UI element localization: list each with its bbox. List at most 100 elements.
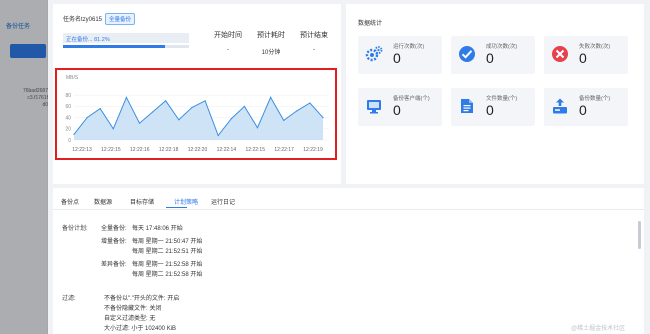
backup-plan-label: 备份计划:: [62, 226, 88, 232]
y-axis-unit: MB/S: [66, 75, 79, 81]
full-backup-value: 每天 17:48:06 开始: [132, 226, 183, 232]
x-tick-label: 12:22:14: [217, 147, 237, 153]
data-point: [152, 111, 154, 113]
data-point: [73, 133, 75, 135]
y-tick-label: 60: [65, 104, 71, 110]
tab-data-source[interactable]: 数据源: [94, 197, 112, 206]
x-tick-label: 12:22:20: [188, 147, 208, 153]
failure-icon: [552, 46, 568, 62]
y-tick-label: 80: [65, 93, 71, 99]
speed-chart-svg: MB/S 0 20 40 60 80 12:22:13 12:22:15 12:22:16 12:…: [65, 75, 329, 153]
file-icon: [461, 99, 473, 113]
x-tick-label: 12:22:17: [274, 147, 294, 153]
stat-value: 0: [486, 50, 494, 66]
stat-label: 运行次数(次): [393, 44, 425, 50]
tab-backup-points[interactable]: 备份点: [61, 197, 79, 206]
data-point: [191, 106, 193, 109]
data-point: [309, 102, 311, 104]
incremental-schedule: 每周 星期二 21:52:51 开始: [132, 249, 203, 255]
filter-label: 过滤:: [62, 296, 76, 302]
stat-value: 0: [393, 102, 401, 118]
stat-card-clients: 备份客户端(个) 0: [358, 88, 442, 126]
data-point: [99, 108, 101, 110]
stat-value: 0: [393, 50, 401, 66]
x-tick-label: 12:22:18: [159, 147, 179, 153]
active-tab-indicator: [166, 207, 187, 208]
scrollbar-thumb[interactable]: [638, 221, 641, 249]
data-point: [86, 117, 88, 119]
estimated-duration: 预计耗时 10分钟: [248, 30, 294, 56]
success-icon: [459, 46, 475, 62]
y-tick-label: 20: [65, 127, 71, 133]
differential-backup-label: 差异备份:: [101, 262, 127, 268]
data-point: [322, 117, 324, 119]
stats-panel: 数据统计 运行次数(次) 0 成功次数(次) 0 失败次数(次) 0 备份客户端…: [346, 4, 644, 184]
x-tick-label: 12:22:15: [246, 147, 266, 153]
data-point: [270, 96, 272, 98]
stat-value: 0: [486, 102, 494, 118]
incremental-schedule: 每周 星期一 21:50:47 开始: [132, 239, 203, 245]
data-point: [204, 100, 206, 102]
stat-card-backups: 备份数量(个) 0: [544, 88, 628, 126]
differential-schedule: 每周 星期二 21:52:58 开始: [132, 272, 203, 278]
data-point: [243, 105, 245, 107]
task-panel: 任务名tzy0615 全量备份 正在备份... 81.2% 开始时间 - 预计耗…: [53, 4, 341, 184]
stat-card-files: 文件数量(个) 0: [451, 88, 535, 126]
data-point: [256, 127, 259, 129]
tab-schedule-policy[interactable]: 计划策略: [174, 197, 198, 206]
data-point: [138, 122, 141, 124]
stat-card-failure: 失败次数(次) 0: [544, 36, 628, 74]
data-point: [230, 118, 232, 120]
data-point: [296, 110, 298, 112]
stat-label: 备份数量(个): [579, 96, 611, 102]
filter-rule: 大小过滤: 小于 102400 KiB: [104, 326, 177, 332]
stat-card-success: 成功次数(次) 0: [451, 36, 535, 74]
gears-icon: [365, 46, 383, 62]
detail-panel: 备份点 数据源 目标存储 计划策略 运行日记 备份计划: 全量备份: 每天 17…: [53, 188, 644, 334]
start-time-label: 开始时间: [214, 32, 242, 39]
speed-chart: MB/S 0 20 40 60 80 12:22:13 12:22:15 12:22:16 12:…: [55, 68, 337, 160]
data-point: [178, 119, 180, 121]
filter-rule: 不备份隐藏文件: 关闭: [104, 306, 162, 312]
data-point: [283, 119, 285, 121]
stat-label: 失败次数(次): [579, 44, 611, 50]
data-point: [165, 100, 167, 102]
stat-label: 备份客户端(个): [393, 96, 430, 102]
estimated-end-value: -: [313, 47, 315, 53]
backup-count-icon: [553, 98, 567, 114]
x-tick-label: 12:22:19: [303, 147, 323, 153]
data-point: [112, 128, 114, 130]
estimated-duration-label: 预计耗时: [257, 32, 285, 39]
estimated-duration-value: 10分钟: [261, 50, 281, 56]
start-time: 开始时间 -: [205, 30, 251, 53]
stat-value: 0: [579, 50, 587, 66]
progress-status: 正在备份... 81.2%: [63, 33, 189, 43]
filter-rule: 不备份以"."开头的文件: 开启: [104, 296, 180, 302]
tab-run-log[interactable]: 运行日记: [211, 197, 235, 206]
modal-overlay[interactable]: [0, 0, 48, 334]
x-tick-label: 12:22:16: [130, 147, 150, 153]
start-time-value: -: [227, 47, 229, 53]
data-point: [217, 134, 219, 137]
data-point: [125, 96, 127, 98]
task-name: 任务名tzy0615: [63, 17, 103, 23]
watermark: @稀土掘金技术社区: [571, 326, 626, 332]
tab-target-storage[interactable]: 目标存储: [130, 197, 154, 206]
stat-label: 文件数量(个): [486, 96, 518, 102]
x-tick-label: 12:22:15: [101, 147, 121, 153]
x-tick-label: 12:22:13: [72, 147, 92, 153]
tabs-divider: [53, 209, 644, 210]
filter-rule: 自定义过滤类型: 无: [104, 316, 156, 322]
y-tick-label: 0: [68, 138, 71, 144]
client-icon: [367, 100, 381, 114]
progress-bar: [63, 45, 189, 48]
y-tick-label: 40: [65, 115, 71, 121]
full-backup-label: 全量备份:: [101, 226, 127, 232]
incremental-backup-label: 增量备份:: [101, 239, 127, 245]
estimated-end-label: 预计结束: [300, 32, 328, 39]
differential-schedule: 每周 星期一 21:52:58 开始: [132, 262, 203, 268]
progress-fill: [63, 45, 166, 48]
stat-card-runs: 运行次数(次) 0: [358, 36, 442, 74]
stat-value: 0: [579, 102, 587, 118]
stat-label: 成功次数(次): [486, 44, 518, 50]
